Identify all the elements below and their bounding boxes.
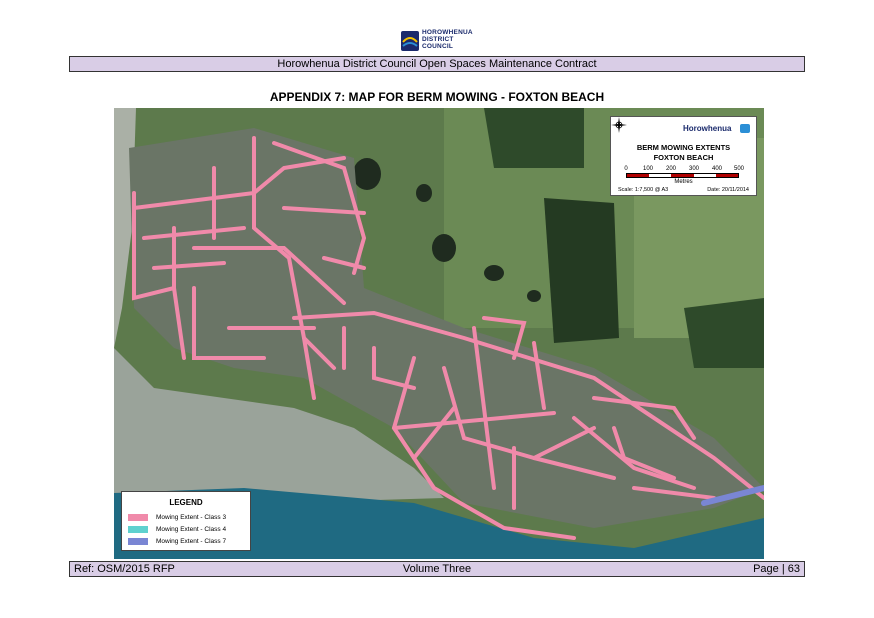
scale-label: 300 bbox=[688, 166, 700, 172]
map-title-line-2: FOXTON BEACH bbox=[653, 153, 714, 162]
document-header: Horowhenua District Council Open Spaces … bbox=[69, 56, 805, 72]
document-footer: Ref: OSM/2015 RFP Volume Three Page | 63 bbox=[69, 561, 805, 577]
scale-unit: Metres bbox=[674, 179, 693, 185]
page-title: APPENDIX 7: MAP FOR BERM MOWING - FOXTON… bbox=[269, 90, 605, 104]
pond bbox=[432, 234, 456, 262]
forest-block-east bbox=[684, 298, 764, 368]
map-title-box: Horowhenua BERM MOWING EXTENTS FOXTON BE… bbox=[610, 116, 757, 196]
logo-line-1: HOROWHENUA bbox=[422, 29, 473, 36]
map-legend: LEGEND Mowing Extent - Class 3 Mowing Ex… bbox=[121, 491, 251, 551]
legend-item-class-3: Mowing Extent - Class 3 bbox=[128, 513, 226, 522]
forest-block-north bbox=[484, 108, 584, 168]
map-title-line-1: BERM MOWING EXTENTS bbox=[636, 143, 731, 152]
logo-line-2: DISTRICT bbox=[422, 36, 454, 44]
map-date: Date: 20/11/2014 bbox=[707, 187, 749, 193]
legend-item-class-4: Mowing Extent - Class 4 bbox=[128, 525, 226, 534]
legend-item-class-7: Mowing Extent - Class 7 bbox=[128, 537, 226, 546]
legend-label: Mowing Extent - Class 7 bbox=[156, 538, 227, 545]
pond bbox=[353, 158, 381, 190]
pond bbox=[416, 184, 432, 202]
council-logo-icon bbox=[401, 31, 419, 51]
scale-label: 0 bbox=[624, 166, 628, 172]
council-logo: HOROWHENUA DISTRICT COUNCIL bbox=[400, 28, 480, 54]
legend-title: LEGEND bbox=[169, 498, 203, 507]
scale-label: 200 bbox=[665, 166, 677, 172]
pond bbox=[484, 265, 504, 281]
scale-bar bbox=[626, 173, 739, 178]
legend-label: Mowing Extent - Class 3 bbox=[156, 514, 227, 521]
legend-swatch bbox=[128, 525, 148, 533]
aerial-map: Horowhenua BERM MOWING EXTENTS FOXTON BE… bbox=[114, 108, 764, 559]
compass-icon bbox=[611, 117, 627, 133]
legend-swatch bbox=[128, 537, 148, 545]
header-title: Horowhenua District Council Open Spaces … bbox=[277, 58, 597, 70]
logo-text: HOROWHENUA DISTRICT COUNCIL bbox=[422, 29, 473, 51]
map-brand: Horowhenua bbox=[683, 124, 732, 133]
footer-page-number: Page | 63 bbox=[753, 563, 800, 575]
legend-label: Mowing Extent - Class 4 bbox=[156, 526, 227, 533]
pond bbox=[527, 290, 541, 302]
map-scale: Scale: 1:7,500 @ A3 bbox=[618, 187, 669, 193]
logo-line-3: COUNCIL bbox=[422, 43, 454, 51]
legend-swatch bbox=[128, 513, 148, 521]
forest-block bbox=[544, 198, 619, 343]
scale-label: 400 bbox=[711, 166, 723, 172]
brand-logo-icon bbox=[740, 124, 750, 133]
scale-label: 500 bbox=[733, 166, 745, 172]
scale-label: 100 bbox=[642, 166, 654, 172]
footer-volume: Volume Three bbox=[402, 563, 472, 575]
